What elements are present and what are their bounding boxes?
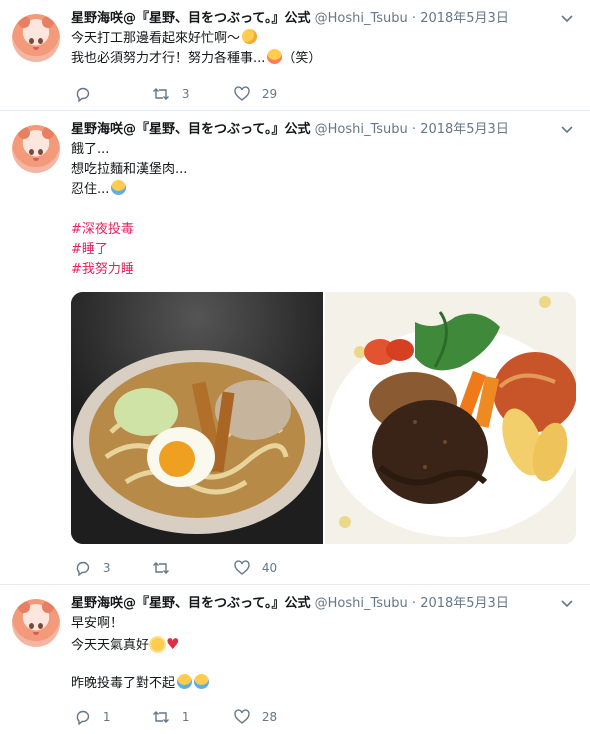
tweet[interactable]: 星野海咲@『星野、目をつぶって。』公式 @Hoshi_Tsubu · 2018年… xyxy=(0,0,590,111)
yum-emoji xyxy=(267,49,283,64)
reply-count: 3 xyxy=(102,560,111,575)
tweet-line: 今天打工那邊看起來好忙啊～ xyxy=(71,29,570,49)
user-handle[interactable]: @Hoshi_Tsubu xyxy=(315,122,408,137)
tweet-text: 今天打工那邊看起來好忙啊～ 我也必須努力才行！努力各種事... （笑） xyxy=(71,29,570,69)
display-name[interactable]: 星野海咲@『星野、目をつぶって。』公式 xyxy=(71,122,310,137)
heart-outline-icon xyxy=(234,559,250,575)
retweet-icon xyxy=(153,87,169,100)
reply-count: 1 xyxy=(102,709,111,724)
hashtag[interactable]: #睡了 xyxy=(71,240,570,260)
sun-emoji xyxy=(151,638,165,651)
reply-button[interactable]: 3 xyxy=(75,557,110,577)
reply-button[interactable]: 1 xyxy=(75,706,110,726)
tweet-line: 昨晚投毒了對不起 xyxy=(71,674,570,694)
retweet-button[interactable]: 3 xyxy=(152,83,189,103)
retweet-button[interactable]: 1 xyxy=(152,706,189,726)
tweet-line: 今天天氣真好 ♥ xyxy=(71,635,180,653)
tweet-line: 忍住... xyxy=(71,180,570,200)
tweet-date[interactable]: 2018年5月3日 xyxy=(420,596,509,611)
tweet-line: 想吃拉麵和漢堡肉... xyxy=(71,162,188,177)
avatar[interactable] xyxy=(12,599,60,647)
retweet-count: 3 xyxy=(181,86,190,101)
reply-button[interactable] xyxy=(75,83,103,103)
tweet-header: 星野海咲@『星野、目をつぶって。』公式 @Hoshi_Tsubu · 2018年… xyxy=(71,120,550,140)
separator: · xyxy=(411,596,417,611)
hashtag[interactable]: #深夜投毒 xyxy=(71,220,570,240)
tweet-date[interactable]: 2018年5月3日 xyxy=(420,11,509,26)
retweet-icon xyxy=(153,710,169,723)
like-button[interactable]: 29 xyxy=(234,83,277,103)
like-button[interactable]: 28 xyxy=(234,706,277,726)
avatar[interactable] xyxy=(12,125,60,173)
tweet-date[interactable]: 2018年5月3日 xyxy=(420,122,509,137)
like-button[interactable]: 40 xyxy=(234,557,277,577)
tweet[interactable]: 星野海咲@『星野、目をつぶって。』公式 @Hoshi_Tsubu · 2018年… xyxy=(0,111,590,585)
tweet-media[interactable] xyxy=(71,292,576,544)
chevron-down-icon[interactable] xyxy=(560,597,574,611)
tweet-line: 我也必須努力才行！努力各種事... （笑） xyxy=(71,49,322,66)
retweet-button[interactable] xyxy=(152,557,182,577)
user-handle[interactable]: @Hoshi_Tsubu xyxy=(315,11,408,26)
sweat-smile-emoji xyxy=(242,29,258,44)
separator: · xyxy=(411,11,417,26)
tweet-line: 早安啊！ xyxy=(71,616,124,631)
like-count: 40 xyxy=(261,560,278,575)
tweet-line: 餓了... xyxy=(71,142,110,157)
reply-icon xyxy=(76,710,90,725)
heart-outline-icon xyxy=(234,708,250,724)
like-count: 29 xyxy=(261,86,278,101)
user-handle[interactable]: @Hoshi_Tsubu xyxy=(315,596,408,611)
display-name[interactable]: 星野海咲@『星野、目をつぶって。』公式 xyxy=(71,596,310,611)
reply-icon xyxy=(76,561,90,576)
retweet-icon xyxy=(153,561,169,574)
chevron-down-icon[interactable] xyxy=(560,12,574,26)
tweet-text: 早安啊！ 今天天氣真好 ♥ 昨晚投毒了對不起 xyxy=(71,614,570,694)
crying-emoji xyxy=(111,180,127,195)
joy-emoji xyxy=(194,674,210,689)
tweet-actions: 3 40 xyxy=(71,557,471,577)
joy-emoji xyxy=(177,674,193,689)
avatar[interactable] xyxy=(12,14,60,62)
hamburg-steak-photo[interactable] xyxy=(325,292,576,544)
tweet[interactable]: 星野海咲@『星野、目をつぶって。』公式 @Hoshi_Tsubu · 2018年… xyxy=(0,585,590,734)
tweet-actions: 3 29 xyxy=(71,83,471,103)
chevron-down-icon[interactable] xyxy=(560,123,574,137)
hashtag[interactable]: #我努力睡 xyxy=(71,260,570,280)
tweet-text: 餓了... 想吃拉麵和漢堡肉... 忍住... #深夜投毒 #睡了 #我努力睡 xyxy=(71,140,570,280)
separator: · xyxy=(411,122,417,137)
display-name[interactable]: 星野海咲@『星野、目をつぶって。』公式 xyxy=(71,11,310,26)
heart-outline-icon xyxy=(234,85,250,101)
tweet-header: 星野海咲@『星野、目をつぶって。』公式 @Hoshi_Tsubu · 2018年… xyxy=(71,9,550,29)
heart-emoji: ♥ xyxy=(166,635,180,653)
ramen-photo[interactable] xyxy=(71,292,323,544)
retweet-count: 1 xyxy=(181,709,190,724)
like-count: 28 xyxy=(261,709,278,724)
reply-icon xyxy=(76,87,90,102)
tweet-header: 星野海咲@『星野、目をつぶって。』公式 @Hoshi_Tsubu · 2018年… xyxy=(71,594,550,614)
tweet-actions: 1 1 28 xyxy=(71,706,471,726)
